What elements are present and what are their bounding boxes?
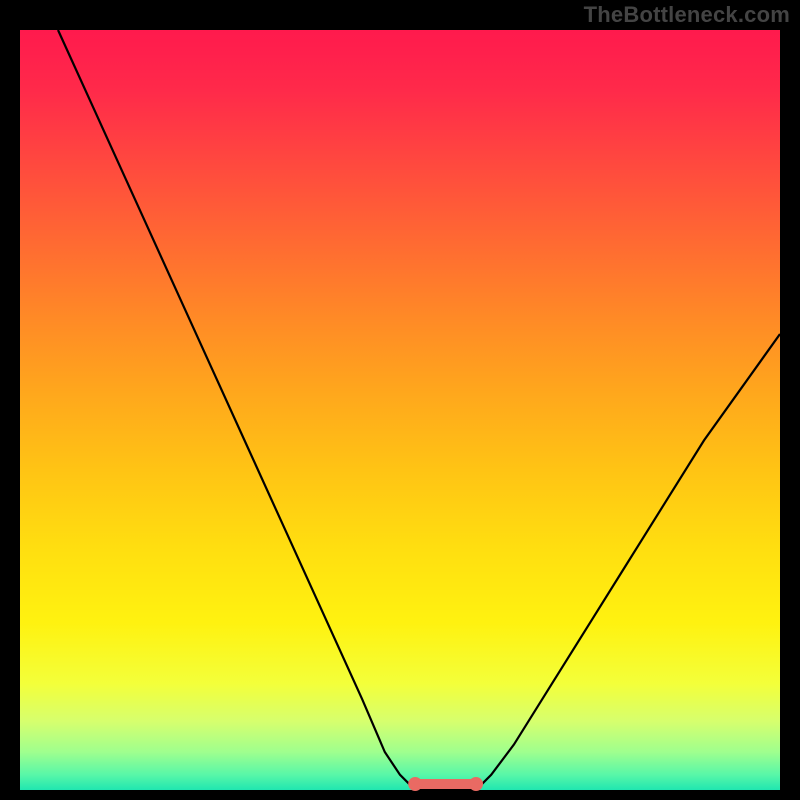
curve-svg [20,30,780,790]
optimal-range-endpoint [408,777,422,791]
bottleneck-curve-path [58,30,780,790]
optimal-range-markers [408,777,483,791]
watermark-text: TheBottleneck.com [584,2,790,28]
optimal-range-endpoint [469,777,483,791]
gradient-plot-area [20,30,780,790]
chart-frame: TheBottleneck.com [0,0,800,800]
